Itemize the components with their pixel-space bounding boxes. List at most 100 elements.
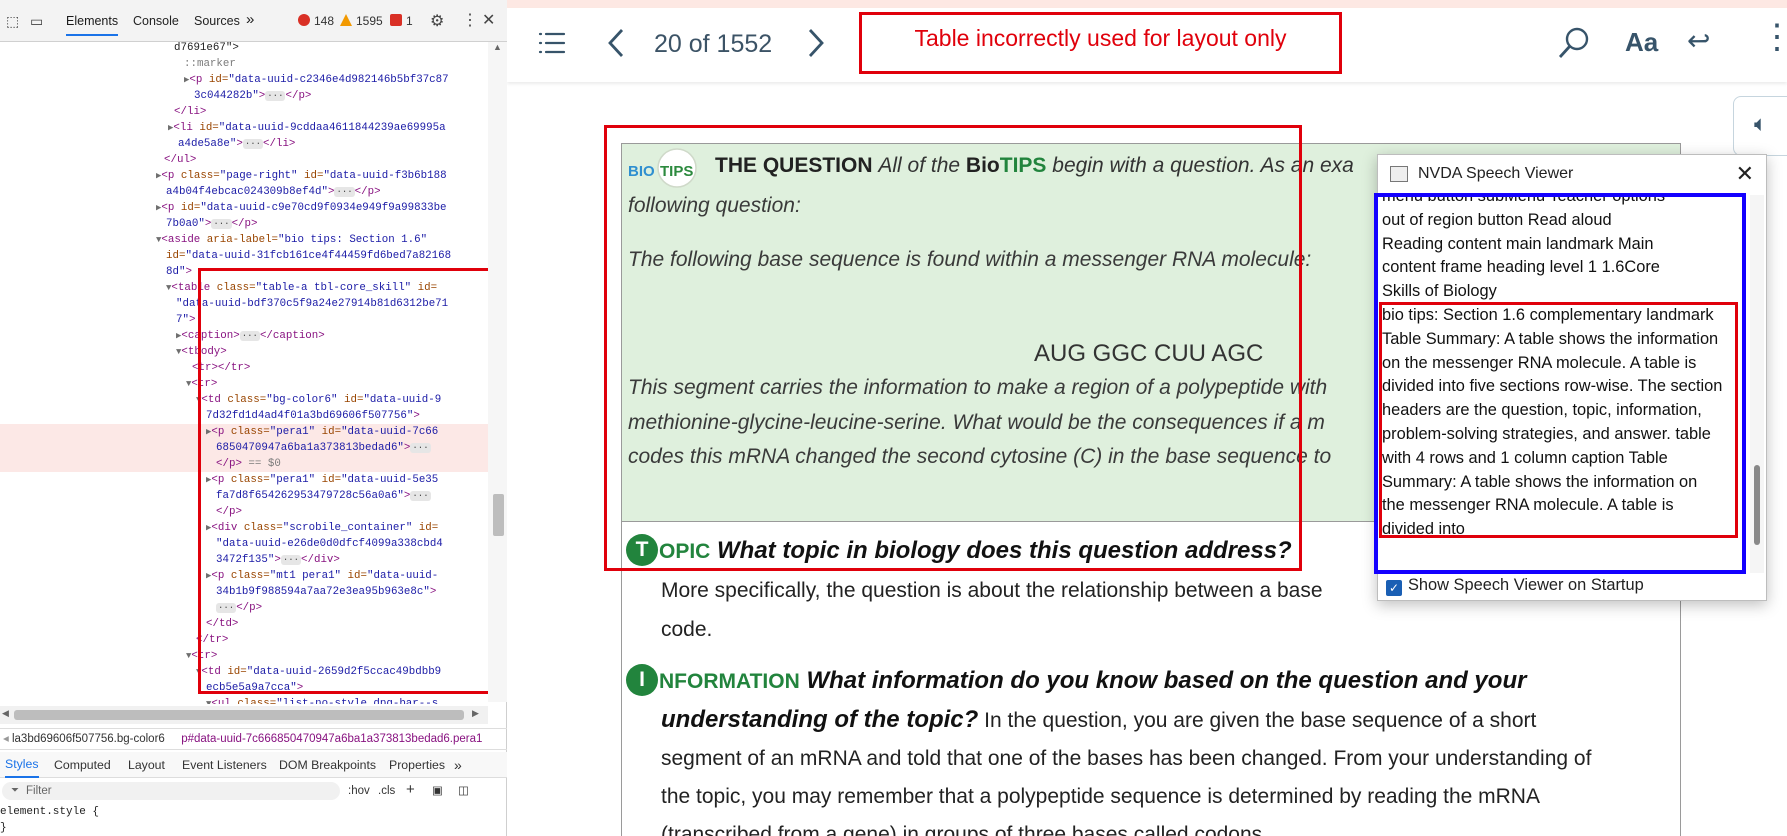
dom-node-line[interactable]: ▶<div class="scrobile_container" id= — [206, 520, 438, 536]
dom-node-line[interactable]: </tr> — [196, 632, 228, 648]
collapsed-content-ellipsis[interactable]: ··· — [265, 91, 286, 101]
search-icon[interactable] — [1557, 26, 1591, 60]
dom-node-line[interactable]: ▼<tbody> — [176, 344, 227, 360]
dom-node-line[interactable]: 7"> — [176, 312, 195, 328]
tab-dom-breakpoints[interactable]: DOM Breakpoints — [279, 752, 376, 778]
collapsed-content-ellipsis[interactable]: ··· — [410, 443, 431, 453]
speech-output-scrollbar[interactable] — [1750, 195, 1764, 573]
tab-event-listeners[interactable]: Event Listeners — [182, 752, 267, 778]
dom-node-line[interactable]: ▶<p class="pera1" id="data-uuid-5e35 — [206, 472, 438, 488]
more-style-tabs-icon[interactable]: » — [454, 752, 462, 778]
tab-styles[interactable]: Styles — [5, 752, 39, 778]
dom-node-line[interactable]: 7b0a0"> ··· </p> — [166, 216, 258, 232]
dom-node-line[interactable]: ▼<td class="bg-color6" id="data-uuid-9 — [196, 392, 441, 408]
collapsed-content-ellipsis[interactable]: ··· — [410, 491, 431, 501]
dom-node-line[interactable]: 8d"> — [166, 264, 192, 280]
breadcrumb-left-arrow-icon[interactable]: ◂ — [3, 733, 12, 745]
dom-node-line[interactable]: "data-uuid-e26de0d0dfcf4099a338cbd4 — [216, 536, 443, 552]
close-devtools-icon[interactable]: ✕ — [482, 10, 495, 30]
tab-sources[interactable]: Sources — [194, 14, 240, 28]
collapsed-content-ellipsis[interactable]: ··· — [280, 555, 302, 565]
more-options-icon[interactable]: ⋮ — [1760, 20, 1787, 54]
dom-node-line[interactable]: 34b1b9f988594a7aa72e3ea95b963e8c"> — [216, 584, 436, 600]
collapsed-content-ellipsis[interactable]: ··· — [242, 139, 264, 149]
show-on-startup-option[interactable]: ✓ Show Speech Viewer on Startup — [1386, 573, 1644, 597]
dom-node-line[interactable]: ▶<p id="data-uuid-c2346e4d982146b5bf37c8… — [184, 72, 449, 88]
dom-node-line[interactable]: ▼<ul class="list-no-stvle dpg-bar--s — [206, 696, 438, 704]
new-style-rule-icon[interactable]: + — [406, 779, 415, 801]
collapsed-content-ellipsis[interactable]: ··· — [334, 187, 355, 197]
hover-state-toggle[interactable]: :hov — [348, 780, 370, 802]
dom-node-line[interactable]: fa7d8f654262953479728c56a0a6"> ··· — [216, 488, 431, 504]
warning-count[interactable]: 1595 — [340, 14, 383, 28]
inspect-element-icon[interactable]: ⬚ — [6, 13, 19, 30]
scroll-left-arrow-icon[interactable]: ◀ — [2, 708, 9, 719]
toggle-sidebar-icon[interactable]: ◫ — [458, 780, 469, 802]
dom-tree[interactable]: d7691e67">::marker ▶<p id="data-uuid-c234… — [0, 42, 488, 704]
collapsed-content-ellipsis[interactable]: ··· — [211, 219, 232, 229]
paint-brush-icon[interactable]: ▣ — [432, 780, 443, 802]
issues-count[interactable]: 1 — [390, 14, 413, 28]
dom-node-line[interactable]: ▼<tr> — [186, 376, 217, 392]
dom-node-line[interactable]: </li> — [174, 104, 206, 120]
checkbox-checked-icon[interactable]: ✓ — [1386, 580, 1402, 596]
dom-node-line[interactable]: </ul> — [164, 152, 196, 168]
device-toolbar-icon[interactable]: ▭ — [30, 13, 43, 30]
dom-tree-horizontal-scrollbar[interactable]: ◀ ▶ — [0, 706, 488, 724]
dom-node-line[interactable]: d7691e67"> — [174, 42, 239, 56]
dom-node-line[interactable]: ▶<p class="mt1 pera1" id="data-uuid- — [206, 568, 438, 584]
dom-node-line[interactable]: 3c044282b"> ··· </p> — [194, 88, 311, 104]
scroll-up-arrow-icon[interactable]: ▲ — [493, 42, 502, 52]
dom-node-line[interactable]: </p> == $0 — [216, 456, 281, 472]
read-aloud-tab[interactable]: 🔈︎ — [1733, 96, 1787, 156]
dom-node-line[interactable]: ▶<li id="data-uuid-9cddaa4611844239ae699… — [168, 120, 446, 136]
dom-node-line[interactable]: ▶<p class="pera1" id="data-uuid-7c66 — [206, 424, 438, 440]
dom-node-line[interactable]: ecb5e5a9a7cca"> — [206, 680, 303, 696]
dom-node-line[interactable]: ▼<td id="data-uuid-2659d2f5ccac49bdbb9 — [196, 664, 441, 680]
dom-node-line[interactable]: ▶<p class="page-right" id="data-uuid-f3b… — [156, 168, 447, 184]
text-size-icon[interactable]: Aa — [1625, 27, 1658, 58]
collapsed-content-ellipsis[interactable]: ··· — [239, 331, 260, 341]
breadcrumb-item[interactable]: la3bd69606f507756.bg-color6 — [12, 733, 165, 745]
kebab-menu-icon[interactable]: ⋮ — [462, 10, 478, 30]
scroll-right-arrow-icon[interactable]: ▶ — [472, 708, 479, 719]
tab-console[interactable]: Console — [133, 14, 179, 28]
dom-node-line[interactable]: ▼<tr> — [186, 648, 217, 664]
collapsed-content-ellipsis[interactable]: ··· — [216, 603, 237, 613]
dom-node-line[interactable]: id="data-uuid-31fcb161ce4f44459fd6bed7a8… — [166, 248, 451, 264]
dom-node-line[interactable]: <tr></tr> — [192, 360, 250, 376]
tab-properties[interactable]: Properties — [389, 752, 445, 778]
dom-node-line[interactable]: ▶<p id="data-uuid-c9e70cd9f0934e949f9a99… — [156, 200, 447, 216]
breadcrumb-item-selected[interactable]: p#data-uuid-7c666850470947a6ba1a373813be… — [181, 733, 482, 745]
more-tabs-icon[interactable]: » — [246, 11, 254, 28]
back-arrow-icon[interactable]: ↩ — [1687, 24, 1710, 57]
dom-node-line[interactable]: ::marker — [184, 56, 236, 72]
scrollbar-thumb[interactable] — [1754, 465, 1760, 545]
dom-node-line[interactable]: ▶<caption> ··· </caption> — [176, 328, 325, 344]
dom-tree-vertical-scrollbar[interactable]: ▲ — [488, 42, 507, 702]
styles-filter-input[interactable]: ⏷ Filter — [2, 782, 340, 800]
hscroll-thumb[interactable] — [14, 710, 464, 720]
dom-node-line[interactable]: "data-uuid-bdf370c5f9a24e27914b81d6312be… — [176, 296, 448, 312]
dom-node-line[interactable]: 6850470947a6ba1a373813bedad6"> ··· — [216, 440, 431, 456]
element-style-rule[interactable]: element.style { } — [0, 804, 99, 836]
tab-layout[interactable]: Layout — [128, 752, 165, 778]
dom-node-line[interactable]: ▼<table class="table-a tbl-core_skill" i… — [166, 280, 437, 296]
dom-node-line[interactable]: a4b04f4ebcac024309b8ef4d"> ··· </p> — [166, 184, 381, 200]
tab-computed[interactable]: Computed — [54, 752, 111, 778]
dom-node-line[interactable]: ▼<aside aria-label="bio tips: Section 1.… — [156, 232, 427, 248]
error-count[interactable]: 148 — [298, 14, 334, 28]
class-toggle[interactable]: .cls — [378, 780, 395, 802]
tab-elements[interactable]: Elements — [66, 14, 119, 36]
dom-node-line[interactable]: a4de5a8e"> ··· </li> — [178, 136, 295, 152]
settings-gear-icon[interactable]: ⚙ — [430, 11, 444, 31]
close-icon[interactable]: ✕ — [1736, 163, 1754, 185]
scrollbar-thumb[interactable] — [493, 494, 504, 536]
next-page-icon[interactable] — [807, 27, 825, 59]
previous-page-icon[interactable] — [607, 27, 625, 59]
dom-node-line[interactable]: 7d32fd1d4ad4f01a3bd69606f507756"> — [206, 408, 420, 424]
dom-node-line[interactable]: </td> — [206, 616, 238, 632]
dom-node-line[interactable]: 3472f135"> ··· </div> — [216, 552, 340, 568]
table-of-contents-icon[interactable] — [538, 30, 566, 56]
dom-node-line[interactable]: ··· </p> — [216, 600, 262, 616]
